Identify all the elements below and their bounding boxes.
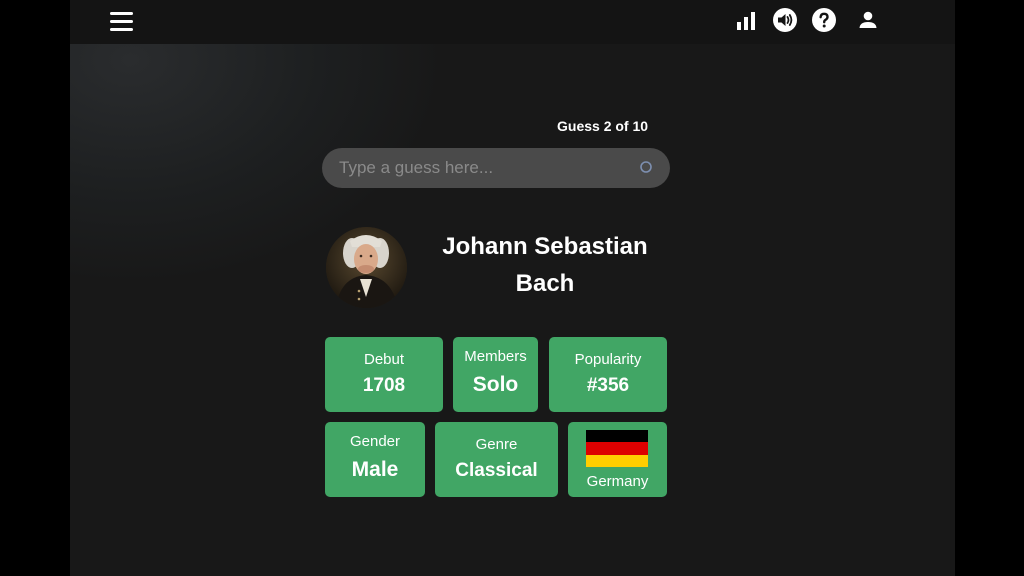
hamburger-menu-icon[interactable] xyxy=(110,11,134,33)
debut-value: 1708 xyxy=(362,375,406,396)
debut-label: Debut xyxy=(363,351,405,368)
members-label: Members xyxy=(464,348,527,365)
popularity-label: Popularity xyxy=(574,351,642,368)
country-tile: Germany xyxy=(568,422,667,497)
guess-search-box[interactable] xyxy=(322,148,670,188)
artist-name: Johann Sebastian Bach xyxy=(422,228,668,302)
debut-tile: Debut 1708 xyxy=(325,337,443,412)
user-icon[interactable] xyxy=(855,8,881,34)
gender-value: Male xyxy=(351,458,399,481)
members-tile: Members Solo xyxy=(453,337,538,412)
germany-flag-icon xyxy=(586,430,648,467)
game-frame: Guess 2 of 10 Type a guess here... Johan… xyxy=(70,0,955,576)
gender-tile: Gender Male xyxy=(325,422,425,497)
members-value: Solo xyxy=(472,373,519,396)
gender-label: Gender xyxy=(349,433,401,450)
popularity-tile: Popularity #356 xyxy=(549,337,667,412)
stats-icon[interactable] xyxy=(734,8,760,34)
guess-input[interactable] xyxy=(322,148,622,188)
portrait-avatar xyxy=(326,227,407,308)
guess-counter: Guess 2 of 10 xyxy=(557,118,649,134)
sound-icon[interactable] xyxy=(772,8,798,34)
genre-label: Genre xyxy=(475,436,518,453)
genre-value: Classical xyxy=(455,460,538,481)
help-icon[interactable] xyxy=(811,8,837,34)
country-label: Germany xyxy=(586,473,649,490)
genre-tile: Genre Classical xyxy=(435,422,558,497)
artist-name-line1: Johann Sebastian xyxy=(442,233,648,260)
artist-avatar xyxy=(326,227,407,308)
popularity-value: #356 xyxy=(586,375,630,396)
top-bar xyxy=(70,0,955,44)
search-icon xyxy=(640,161,652,173)
artist-name-line2: Bach xyxy=(515,270,575,297)
